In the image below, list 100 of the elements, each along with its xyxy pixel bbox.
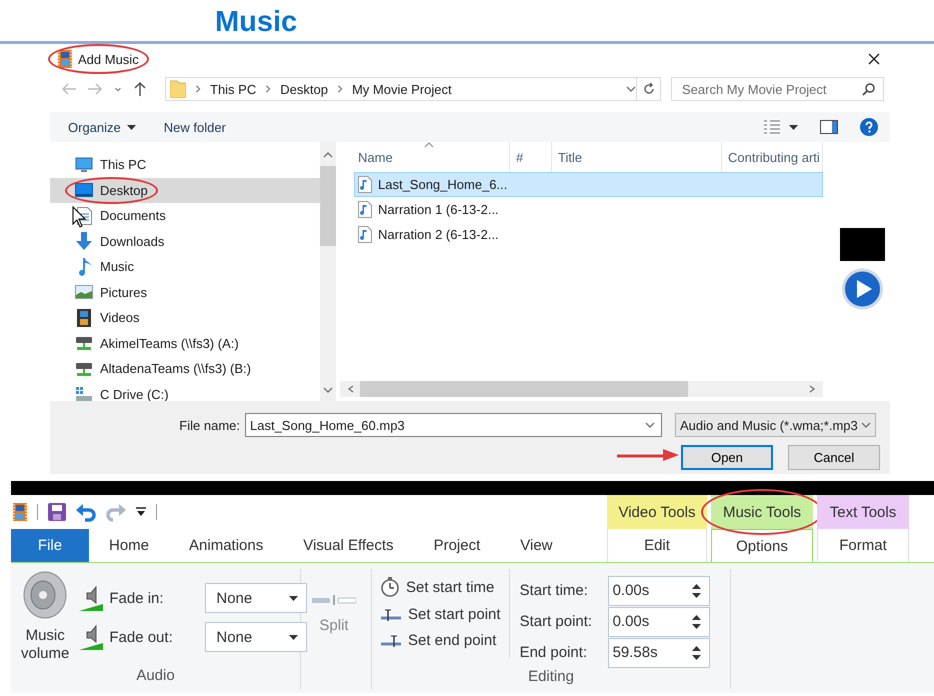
folder-icon: [170, 80, 186, 98]
nav-item[interactable]: AkimelTeams (\\fs3) (A:): [50, 330, 320, 356]
nav-item[interactable]: Pictures: [50, 280, 320, 305]
dialog-button[interactable]: Cancel: [788, 445, 880, 470]
caret-icon: [289, 596, 298, 600]
chevron-down-icon: [626, 84, 636, 94]
group-label: Audio: [135, 667, 176, 686]
audio-file-icon: [358, 226, 372, 243]
spin-arrows-icon: [692, 582, 701, 598]
editing-command[interactable]: Set start time: [380, 577, 501, 597]
scrollbar-thumb[interactable]: [360, 381, 688, 397]
editing-command[interactable]: Set end point: [380, 632, 501, 649]
up-arrow-icon[interactable]: [134, 82, 146, 96]
fade-label: Fade out:: [109, 628, 174, 646]
scroll-right-icon: [807, 384, 817, 394]
field-label: Start point:: [520, 613, 594, 630]
tool-group-header: Text Tools: [817, 495, 909, 529]
scroll-up-icon: [323, 150, 333, 160]
audio-file-icon: [358, 176, 372, 193]
drive-icon: [75, 386, 93, 401]
caret-icon: [789, 124, 798, 130]
breadcrumb-item[interactable]: Desktop: [280, 82, 328, 96]
end-point-icon: [380, 634, 402, 648]
split-icon: [312, 595, 356, 605]
dialog-title: Add Music: [78, 52, 139, 66]
preview-pane-icon[interactable]: [820, 120, 838, 134]
organize-menu[interactable]: Organize: [68, 120, 136, 134]
scroll-down-icon: [323, 385, 333, 395]
ribbon-tab[interactable]: View: [500, 529, 572, 562]
dialog-button[interactable]: Open: [681, 445, 773, 470]
view-details-icon[interactable]: [763, 120, 781, 134]
field-label: Start time:: [520, 582, 589, 599]
file-row[interactable]: Narration 2 (6-13-2...: [354, 222, 823, 247]
nav-item[interactable]: Desktop: [50, 178, 320, 203]
save-icon[interactable]: [48, 503, 66, 521]
film-icon: [77, 308, 91, 327]
scrollbar-thumb[interactable]: [320, 166, 336, 246]
picture-icon: [75, 285, 93, 300]
time-spinbox[interactable]: 59.58s: [608, 638, 710, 668]
network-drive-icon: [75, 360, 93, 377]
nav-item[interactable]: AltadenaTeams (\\fs3) (B:): [50, 356, 320, 382]
ribbon-tab[interactable]: Animations: [169, 529, 284, 562]
stopwatch-icon: [380, 577, 400, 597]
speaker-icon: [23, 571, 68, 619]
fade-dropdown[interactable]: None: [205, 622, 308, 652]
file-name-label: File name:: [178, 418, 241, 432]
editing-command[interactable]: Set start point: [380, 606, 501, 623]
ribbon-tab[interactable]: Options: [711, 529, 813, 562]
caret-icon: [289, 634, 298, 640]
nav-item[interactable]: This PC: [50, 152, 320, 178]
ribbon-tab[interactable]: Format: [817, 529, 909, 562]
chevron-right-icon: [264, 85, 272, 93]
field-label: End point:: [520, 644, 588, 661]
desktop-icon: [75, 183, 93, 198]
fade-label: Fade in:: [109, 590, 165, 606]
undo-icon[interactable]: [76, 502, 96, 522]
file-name-field[interactable]: Last_Song_Home_60.mp3: [245, 413, 662, 437]
group-label: Editing: [527, 668, 575, 687]
help-icon[interactable]: [860, 118, 878, 136]
chevron-right-icon: [194, 85, 202, 93]
ribbon-tab[interactable]: Edit: [607, 529, 707, 562]
address-bar[interactable]: This PC Desktop My Movie Project: [165, 77, 637, 101]
monitor-icon: [75, 156, 93, 173]
chevron-down-icon: [645, 420, 655, 430]
nav-item[interactable]: Music: [50, 254, 320, 280]
ribbon-tab[interactable]: Home: [89, 529, 170, 562]
film-icon: [58, 50, 72, 68]
time-spinbox[interactable]: 0.00s: [608, 576, 710, 606]
scroll-left-icon: [346, 384, 356, 394]
customize-icon[interactable]: [136, 507, 146, 517]
file-row[interactable]: Last_Song_Home_6...: [354, 172, 823, 197]
speaker-fade-icon: [79, 585, 104, 611]
video-thumbnail: [840, 228, 885, 261]
nav-item[interactable]: Downloads: [50, 228, 320, 254]
music-note-icon: [78, 258, 90, 276]
chevron-right-icon: [336, 85, 344, 93]
audio-file-icon: [358, 201, 372, 218]
spin-arrows-icon: [692, 614, 701, 630]
fade-dropdown[interactable]: None: [205, 583, 308, 613]
time-spinbox[interactable]: 0.00s: [608, 606, 710, 636]
download-arrow-icon: [76, 232, 92, 250]
breadcrumb-item[interactable]: My Movie Project: [352, 82, 452, 96]
nav-item[interactable]: Videos: [50, 305, 320, 330]
file-row[interactable]: Narration 1 (6-13-2...: [354, 197, 823, 222]
ribbon-tab[interactable]: Visual Effects: [283, 529, 414, 562]
speaker-fade-icon: [79, 624, 104, 650]
search-icon: [862, 82, 875, 96]
sort-caret-icon: [424, 142, 434, 148]
search-field[interactable]: Search My Movie Project: [671, 77, 884, 101]
chevron-down-icon: [114, 85, 122, 93]
toolbar-command[interactable]: New folder: [164, 120, 226, 134]
page-heading: Music: [0, 0, 934, 44]
file-type-dropdown[interactable]: Audio and Music (*.wma;*.mp3: [675, 413, 876, 437]
file-tab[interactable]: File: [11, 529, 89, 562]
close-icon[interactable]: [868, 53, 880, 65]
start-point-icon: [380, 608, 402, 622]
music-volume-button[interactable]: Music volume: [11, 569, 70, 667]
ribbon-tab[interactable]: Project: [414, 529, 500, 562]
refresh-icon[interactable]: [642, 83, 654, 95]
breadcrumb-item[interactable]: This PC: [210, 82, 256, 96]
